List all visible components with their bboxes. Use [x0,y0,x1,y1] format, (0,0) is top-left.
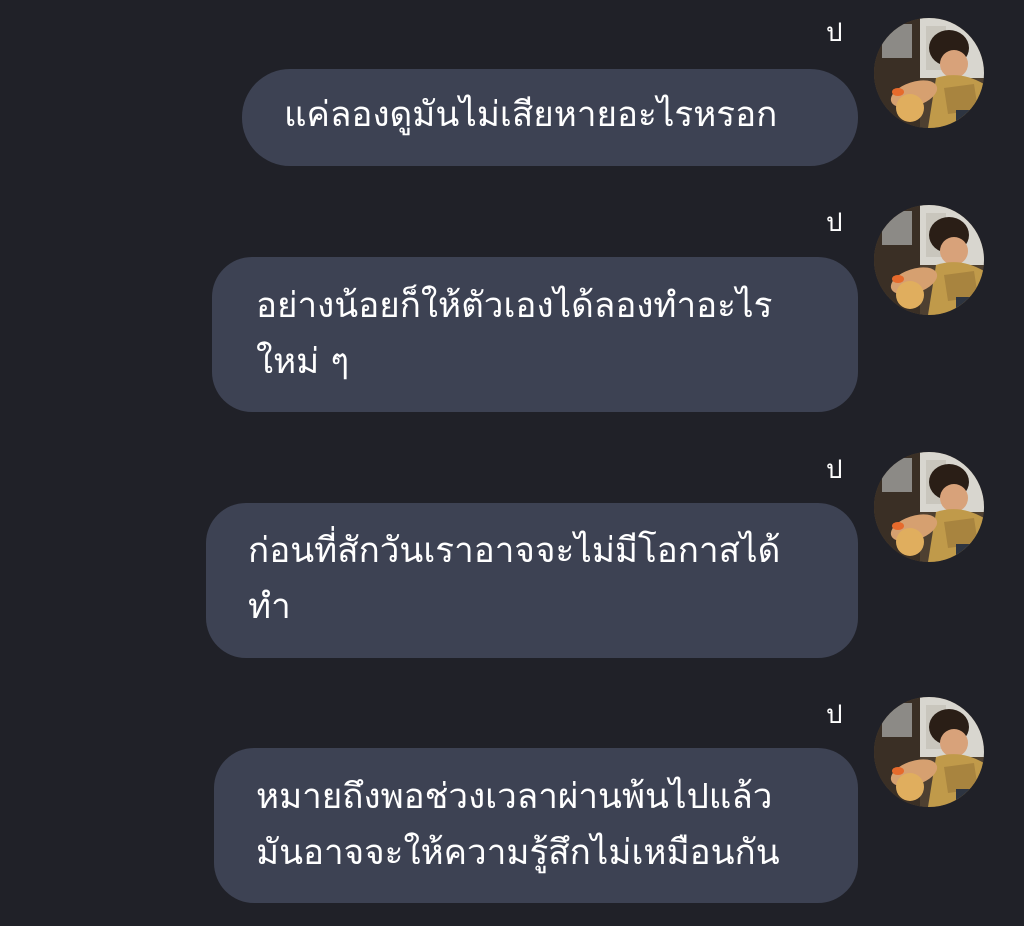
message-bubble[interactable]: หมายถึงพอช่วงเวลาผ่านพ้นไปแล้ว มันอาจจะใ… [214,748,858,903]
avatar[interactable] [874,452,984,562]
message-bubble[interactable]: ก่อนที่สักวันเราอาจจะไม่มีโอกาสได้ ทำ [206,503,858,658]
message-bubble[interactable]: แค่ลองดูมันไม่เสียหายอะไรหรอก [242,69,858,166]
sender-name: ป [826,700,843,730]
sender-name: ป [826,455,843,485]
profile-photo-icon [874,452,984,562]
profile-photo-icon [874,697,984,807]
profile-photo-icon [874,205,984,315]
chat-thread: ป แค่ลองดูมันไม่เสียหายอะไรหรอก ป อย่างน… [0,0,1024,926]
message-bubble[interactable]: อย่างน้อยก็ให้ตัวเองได้ลองทำอะไร ใหม่ ๆ [212,257,858,412]
avatar[interactable] [874,205,984,315]
sender-name: ป [826,18,843,48]
avatar[interactable] [874,18,984,128]
profile-photo-icon [874,18,984,128]
sender-name: ป [826,208,843,238]
avatar[interactable] [874,697,984,807]
